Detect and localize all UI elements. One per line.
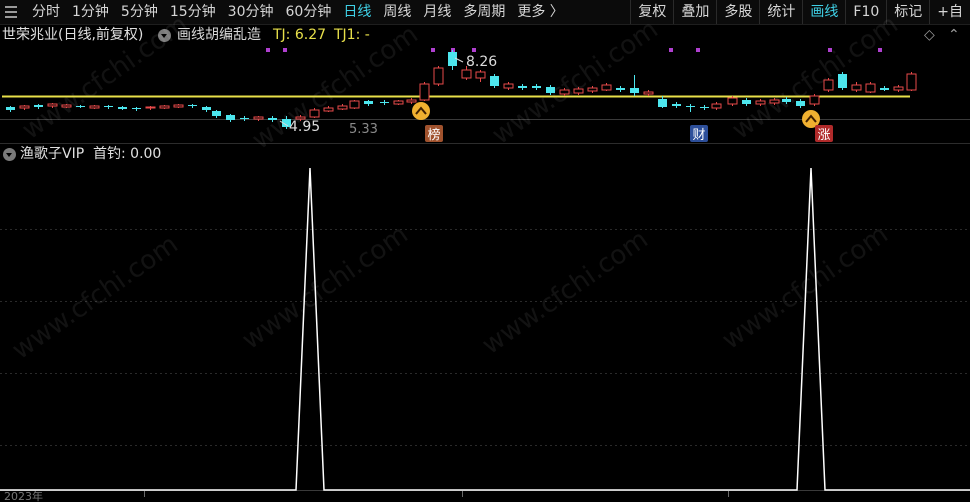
candle-body	[448, 52, 457, 66]
candle-body	[240, 118, 249, 119]
candle-body	[573, 88, 584, 94]
signal-marker	[431, 48, 435, 52]
candle-body	[796, 101, 805, 106]
candle-body	[19, 105, 30, 109]
signal-marker	[472, 48, 476, 52]
candle-body	[518, 86, 527, 88]
candle-body	[380, 102, 389, 103]
svg-text:www.cfchi.com: www.cfchi.com	[477, 224, 654, 360]
candle-body	[587, 87, 598, 92]
candle-body	[76, 106, 85, 107]
candle-body	[727, 97, 738, 105]
indicator-spikes	[0, 167, 970, 491]
candle-body	[461, 69, 472, 79]
candle-body	[188, 105, 197, 106]
low-price-label: 4.95	[289, 119, 320, 135]
candle-body	[769, 99, 780, 104]
candle-body	[658, 99, 667, 107]
signal-marker	[283, 48, 287, 52]
kline-chart[interactable]: 2023年 www.cfchi.com www.cfchi.com www.cf…	[0, 0, 970, 502]
candle-body	[6, 107, 15, 110]
candle-body	[782, 99, 791, 102]
svg-text:www.cfchi.com: www.cfchi.com	[7, 229, 184, 365]
signal-marker	[878, 48, 882, 52]
indicator-line	[0, 167, 970, 491]
svg-text:财: 财	[692, 128, 705, 143]
signal-marker	[669, 48, 673, 52]
candle-body	[309, 109, 320, 118]
candle-body	[851, 84, 862, 91]
candle-body	[559, 89, 570, 95]
candle-body	[406, 99, 417, 103]
candle-body	[475, 71, 486, 79]
signal-marker	[828, 48, 832, 52]
candle-body	[89, 105, 100, 109]
candle-body	[393, 100, 404, 105]
svg-text:www.cfchi.com: www.cfchi.com	[247, 19, 424, 155]
badge-zhang[interactable]: 涨	[815, 125, 833, 143]
candle-body	[419, 83, 430, 101]
badge-cai[interactable]: 财	[690, 125, 708, 143]
candle-body	[34, 105, 43, 107]
partial-price-label: 5.33	[349, 122, 378, 137]
high-price-label: 8.26	[466, 54, 497, 70]
candle-body	[630, 88, 639, 93]
candle-body	[893, 86, 904, 91]
svg-text:涨: 涨	[817, 128, 830, 143]
candle-body	[672, 104, 681, 106]
candle-body	[823, 79, 834, 91]
candle-body	[226, 115, 235, 120]
candle-body	[364, 101, 373, 104]
candle-body	[433, 67, 444, 85]
svg-text:www.cfchi.com: www.cfchi.com	[237, 219, 414, 355]
candle-body	[601, 84, 612, 91]
candle-body	[865, 83, 876, 93]
candle-body	[118, 107, 127, 109]
candle-body	[337, 105, 348, 110]
candle-body	[616, 88, 625, 90]
svg-text:www.cfchi.com: www.cfchi.com	[17, 9, 194, 145]
candle-body	[686, 106, 695, 107]
badge-bang[interactable]: 榜	[425, 125, 443, 143]
signal-marker	[696, 48, 700, 52]
candle-body	[47, 103, 58, 107]
candle-body	[906, 73, 917, 91]
candle-body	[104, 106, 113, 107]
buy-signal-icon	[412, 102, 430, 120]
candle-body	[132, 108, 141, 109]
candle-body	[173, 104, 184, 108]
candle-body	[202, 107, 211, 110]
candle-body	[61, 104, 72, 108]
candle-body	[838, 74, 847, 88]
candle-body	[145, 106, 156, 109]
candle-body	[643, 91, 654, 95]
signal-markers	[266, 48, 882, 52]
low-price-annotation: 4.95 5.33	[279, 119, 378, 137]
candle-body	[755, 100, 766, 105]
candle-body	[700, 107, 709, 108]
svg-text:www.cfchi.com: www.cfchi.com	[487, 14, 664, 150]
signal-marker	[266, 48, 270, 52]
time-axis	[144, 491, 729, 497]
candle-body	[532, 86, 541, 88]
candle-body	[809, 95, 820, 105]
candle-body	[880, 88, 889, 90]
candle-body	[323, 107, 334, 112]
high-price-annotation: 8.26	[454, 54, 497, 70]
candle-body	[546, 87, 555, 93]
candle-body	[268, 118, 277, 120]
candle-body	[503, 83, 514, 89]
candle-body	[212, 111, 221, 116]
candle-body	[253, 116, 264, 120]
candle-body	[490, 76, 499, 86]
candle-body	[711, 103, 722, 109]
svg-text:榜: 榜	[427, 127, 440, 143]
candle-body	[349, 100, 360, 109]
candle-body	[159, 105, 170, 109]
year-label: 2023年	[4, 489, 43, 502]
candle-body	[742, 100, 751, 104]
